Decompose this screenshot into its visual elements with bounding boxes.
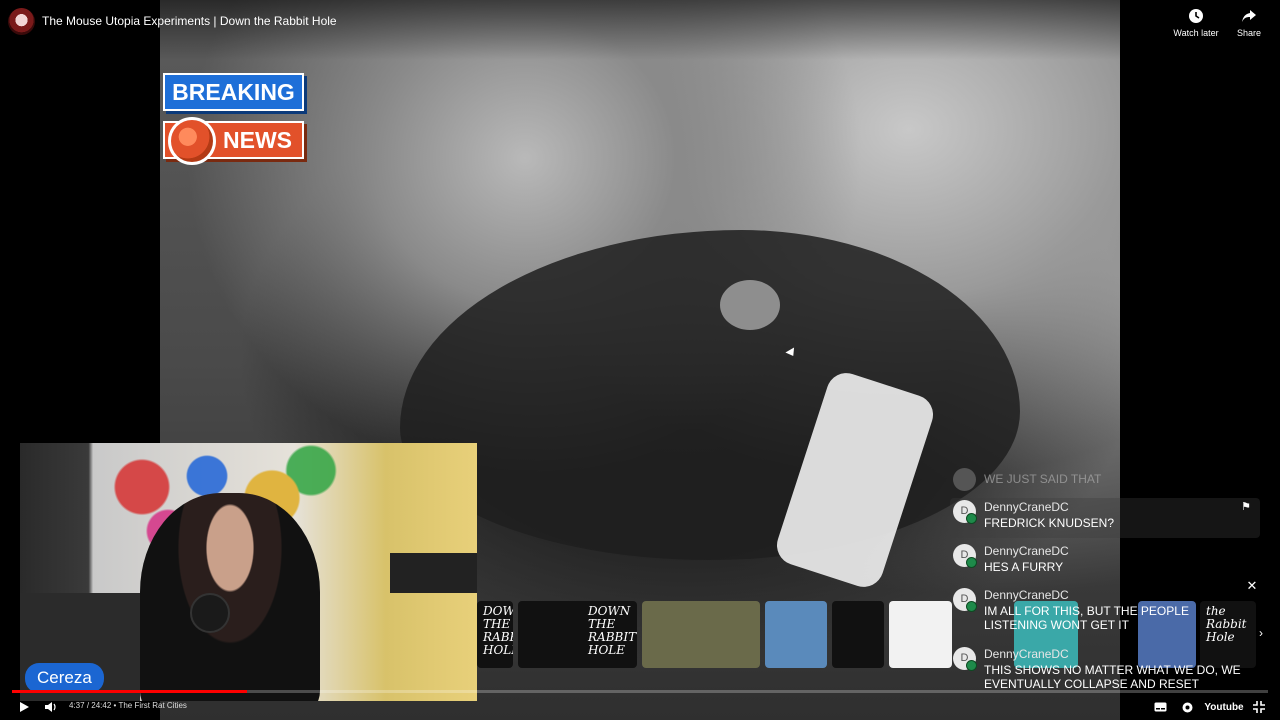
moderator-badge-icon bbox=[966, 660, 977, 671]
chat-username[interactable]: DennyCraneDC bbox=[984, 588, 1069, 602]
share-label: Share bbox=[1236, 28, 1262, 38]
chat-message-text: THIS SHOWS NO MATTER WHAT WE DO, WE EVEN… bbox=[984, 663, 1241, 691]
chat-message-text: IM ALL FOR THIS, BUT THE PEOPLE LISTENIN… bbox=[984, 604, 1189, 632]
time-total: 24:42 bbox=[91, 701, 112, 710]
endscreen-thumb[interactable] bbox=[642, 601, 760, 668]
chat-username[interactable]: DennyCraneDC bbox=[984, 544, 1069, 558]
microphone-icon bbox=[190, 593, 230, 633]
gear-icon bbox=[1182, 702, 1192, 712]
webcam-streamer bbox=[140, 493, 320, 701]
chat-username[interactable]: DennyCraneDC bbox=[984, 647, 1069, 661]
volume-icon bbox=[44, 702, 56, 712]
clock-icon bbox=[1189, 9, 1203, 23]
subtitles-icon bbox=[1154, 702, 1166, 712]
chat-message-text: WE JUST SAID THAT bbox=[984, 472, 1102, 486]
video-subject-shadow bbox=[400, 230, 1020, 560]
exit-fullscreen-icon bbox=[1253, 701, 1265, 713]
endscreen-thumb[interactable] bbox=[889, 601, 952, 668]
time-display: 4:37 / 24:42 • The First Rat Cities bbox=[69, 701, 187, 710]
close-icon[interactable]: ✕ bbox=[1244, 578, 1260, 594]
streamer-nameplate: Cereza bbox=[25, 663, 104, 693]
play-icon bbox=[20, 702, 29, 712]
moderator-badge-icon bbox=[966, 601, 977, 612]
chapter-title[interactable]: The First Rat Cities bbox=[118, 701, 186, 710]
endscreen-thumb[interactable] bbox=[765, 601, 827, 668]
chat-username[interactable]: DennyCraneDC bbox=[984, 500, 1069, 514]
chat-message-text: FREDRICK KNUDSEN? bbox=[984, 516, 1115, 530]
progress-bar[interactable] bbox=[12, 690, 1268, 693]
top-bar: The Mouse Utopia Experiments | Down the … bbox=[0, 0, 1280, 60]
webcam-stand bbox=[390, 553, 477, 593]
youtube-logo[interactable]: Youtube bbox=[1204, 697, 1244, 717]
share-button[interactable]: Share bbox=[1221, 8, 1277, 38]
endscreen-thumb[interactable]: DOWN THE RABBIT HOLE bbox=[477, 601, 513, 668]
video-title[interactable]: The Mouse Utopia Experiments | Down the … bbox=[42, 14, 337, 28]
endscreen-thumb[interactable]: DOWN THE RABBIT HOLE bbox=[518, 601, 637, 668]
flag-icon[interactable]: ⚑ bbox=[1238, 498, 1254, 514]
chat-avatar bbox=[953, 468, 976, 491]
progress-bar-fill bbox=[12, 690, 247, 693]
breaking-banner: BREAKING bbox=[163, 73, 304, 111]
settings-button[interactable] bbox=[1179, 697, 1195, 717]
video-subject-eye bbox=[720, 280, 780, 330]
subtitles-button[interactable] bbox=[1152, 697, 1168, 717]
share-arrow-icon bbox=[1242, 10, 1256, 22]
chapter-bullet: • bbox=[113, 701, 117, 710]
chat-message-text: HES A FURRY bbox=[984, 560, 1064, 574]
player-controls: 4:37 / 24:42 • The First Rat Cities Yout… bbox=[0, 697, 1280, 720]
endscreen-thumb-text: DOWN THE RABBIT HOLE bbox=[588, 604, 637, 657]
moderator-badge-icon bbox=[966, 513, 977, 524]
watch-later-button[interactable]: Watch later bbox=[1168, 8, 1224, 38]
volume-button[interactable] bbox=[40, 697, 60, 717]
endscreen-thumb[interactable] bbox=[832, 601, 884, 668]
watch-later-label: Watch later bbox=[1173, 28, 1219, 38]
channel-avatar[interactable] bbox=[8, 8, 35, 35]
endscreen-thumb-text: DOWN THE RABBIT HOLE bbox=[483, 604, 513, 657]
play-button[interactable] bbox=[14, 697, 34, 717]
exit-fullscreen-button[interactable] bbox=[1251, 697, 1267, 717]
time-separator: / bbox=[86, 701, 90, 710]
moderator-badge-icon bbox=[966, 557, 977, 568]
time-current: 4:37 bbox=[69, 701, 85, 710]
chevron-right-icon[interactable]: › bbox=[1253, 623, 1269, 643]
globe-icon bbox=[168, 117, 216, 165]
